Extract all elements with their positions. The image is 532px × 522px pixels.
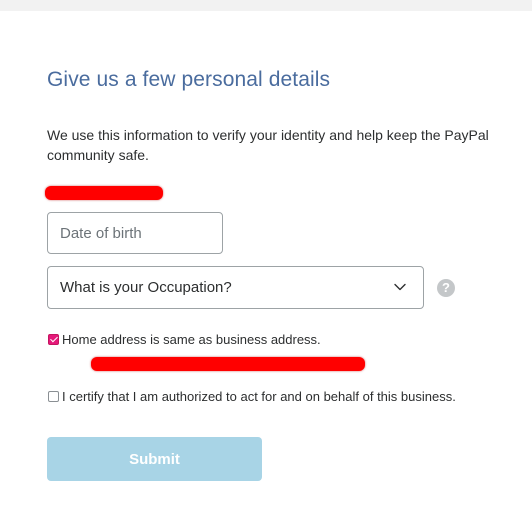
certify-checkbox[interactable] xyxy=(48,390,59,402)
question-mark-icon[interactable]: ? xyxy=(437,279,455,297)
chevron-down-icon xyxy=(394,283,406,291)
occupation-select[interactable]: What is your Occupation? xyxy=(47,266,424,309)
certify-checkbox-row[interactable]: I certify that I am authorized to act fo… xyxy=(47,388,456,404)
home-address-label: Home address is same as business address… xyxy=(62,331,321,347)
intro-text: We use this information to verify your i… xyxy=(47,127,489,163)
date-of-birth-input[interactable] xyxy=(47,212,223,254)
home-address-checkbox-row[interactable]: Home address is same as business address… xyxy=(47,331,321,347)
home-address-checkbox[interactable] xyxy=(48,333,59,345)
redaction-mark xyxy=(91,357,365,371)
top-bar xyxy=(0,0,532,11)
submit-button[interactable]: Submit xyxy=(47,437,262,481)
occupation-selected-value: What is your Occupation? xyxy=(60,279,232,296)
page-title: Give us a few personal details xyxy=(47,68,331,91)
certify-label: I certify that I am authorized to act fo… xyxy=(62,388,456,404)
personal-details-form: Give us a few personal details We use th… xyxy=(0,11,532,522)
redaction-mark xyxy=(45,186,163,200)
